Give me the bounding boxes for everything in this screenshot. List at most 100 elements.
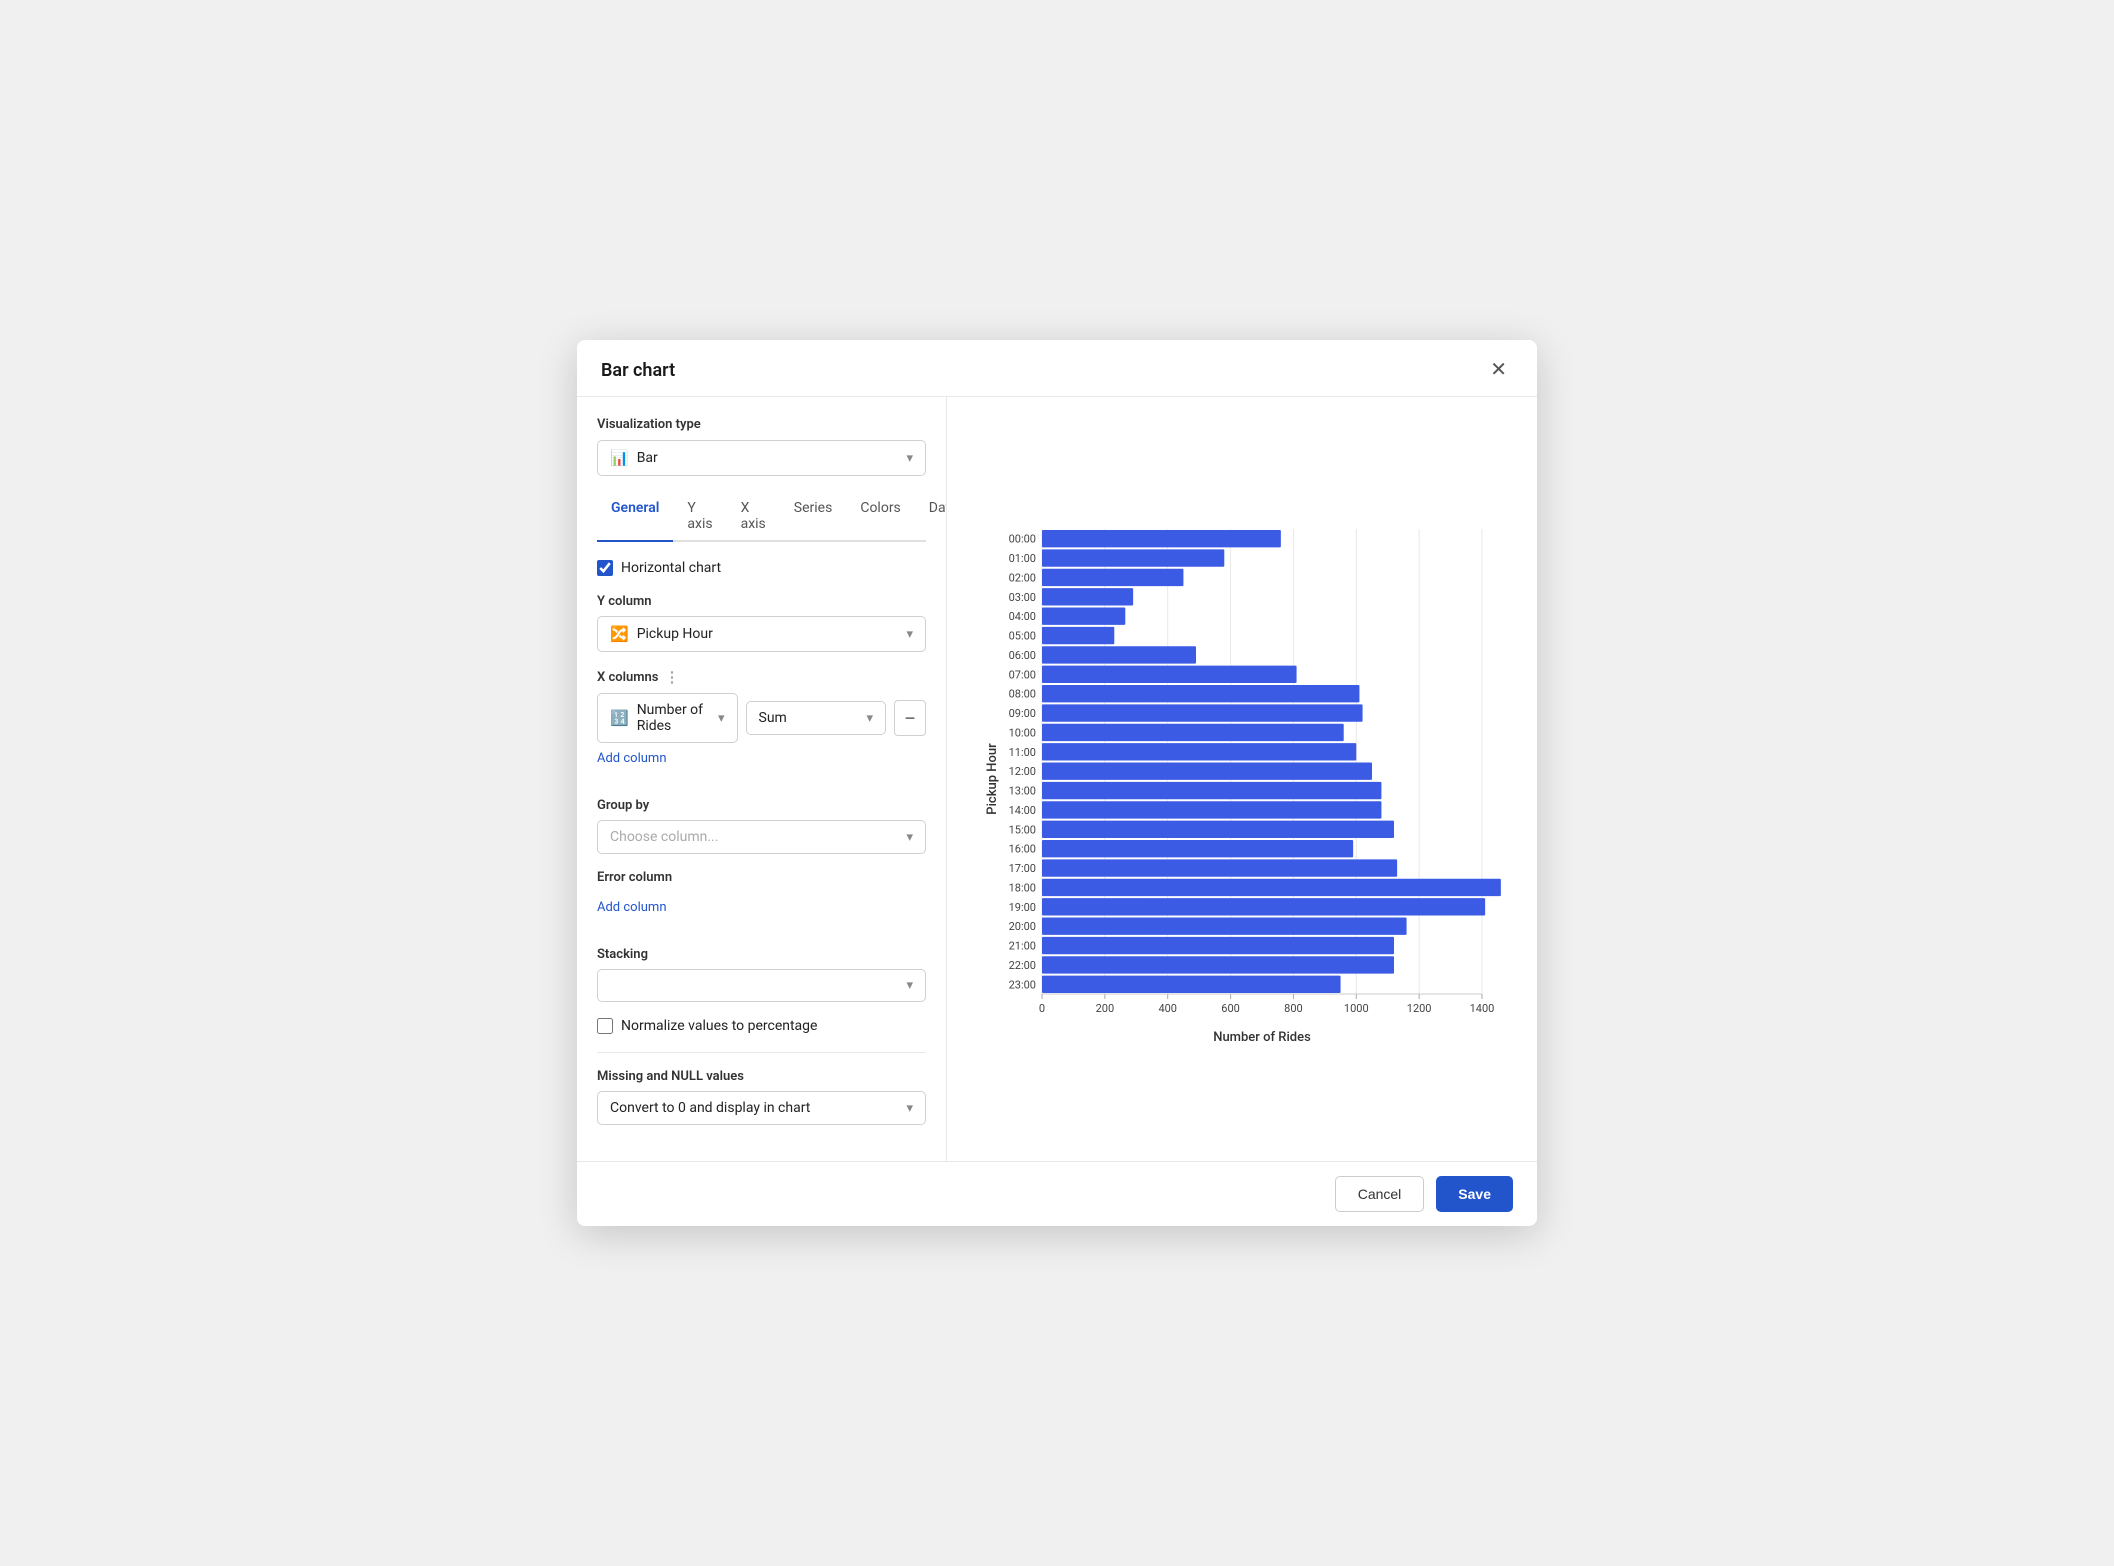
svg-text:Pickup Hour: Pickup Hour (985, 743, 1000, 815)
y-column-label: Y column (597, 594, 926, 609)
divider (597, 1052, 926, 1053)
svg-text:16:00: 16:00 (1009, 843, 1036, 856)
svg-text:1200: 1200 (1407, 1002, 1432, 1015)
x-col-value: Number of Rides (637, 702, 718, 734)
x-cols-row: 🔢 Number of Rides ▾ Sum ▾ − (597, 693, 926, 743)
viz-type-label: Visualization type (597, 417, 926, 432)
chart-panel: 00:00 01:00 02:00 03:00 04:00 05:00 06:00 07:00… (947, 397, 1537, 1161)
svg-text:05:00: 05:00 (1009, 630, 1036, 643)
svg-text:13:00: 13:00 (1009, 785, 1036, 798)
svg-text:17:00: 17:00 (1009, 862, 1036, 875)
close-button[interactable]: ✕ (1484, 358, 1513, 382)
svg-text:00:00: 00:00 (1009, 533, 1036, 546)
bar-chart-icon: 📊 (610, 449, 629, 467)
remove-column-button[interactable]: − (894, 700, 926, 736)
svg-text:400: 400 (1158, 1002, 1177, 1015)
x-col-select[interactable]: 🔢 Number of Rides ▾ (597, 693, 738, 743)
x-columns-group: X columns ⋮ 🔢 Number of Rides ▾ Sum ▾ − (597, 668, 926, 782)
add-error-column-link[interactable]: Add column (597, 900, 667, 915)
svg-text:03:00: 03:00 (1009, 591, 1036, 604)
svg-text:15:00: 15:00 (1009, 823, 1036, 836)
svg-text:23:00: 23:00 (1009, 978, 1036, 991)
error-column-label: Error column (597, 870, 926, 885)
normalize-checkbox[interactable] (597, 1018, 613, 1034)
normalize-row: Normalize values to percentage (597, 1018, 926, 1034)
missing-values-group: Missing and NULL values Convert to 0 and… (597, 1069, 926, 1125)
svg-text:12:00: 12:00 (1009, 765, 1036, 778)
column-icon: 🔀 (610, 625, 629, 643)
chevron-down-icon: ▾ (866, 711, 873, 726)
group-by-label: Group by (597, 798, 926, 813)
svg-text:01:00: 01:00 (1009, 552, 1036, 565)
svg-text:20:00: 20:00 (1009, 920, 1036, 933)
number-icon: 🔢 (610, 709, 629, 727)
svg-text:18:00: 18:00 (1009, 881, 1036, 894)
svg-text:11:00: 11:00 (1009, 746, 1036, 759)
missing-value: Convert to 0 and display in chart (610, 1100, 810, 1116)
group-by-select[interactable]: Choose column... ▾ (597, 820, 926, 854)
chevron-down-icon: ▾ (906, 627, 913, 642)
y-column-group: Y column 🔀 Pickup Hour ▾ (597, 594, 926, 652)
chevron-down-icon: ▾ (906, 451, 913, 466)
settings-tabs: General Y axis X axis Series Colors Dat … (597, 492, 926, 542)
modal-title: Bar chart (601, 360, 675, 381)
svg-text:14:00: 14:00 (1009, 804, 1036, 817)
bar-chart-modal: Bar chart ✕ Visualization type 📊 Bar ▾ G… (577, 340, 1537, 1226)
add-x-column-link[interactable]: Add column (597, 751, 667, 766)
svg-text:10:00: 10:00 (1009, 726, 1036, 739)
x-agg-value: Sum (759, 710, 787, 726)
tab-yaxis[interactable]: Y axis (673, 492, 726, 542)
y-column-value: Pickup Hour (637, 626, 713, 642)
error-column-group: Error column Add column (597, 870, 926, 931)
drag-icon: ⋮ (664, 668, 679, 686)
modal-header: Bar chart ✕ (577, 340, 1537, 397)
svg-text:600: 600 (1221, 1002, 1240, 1015)
chevron-down-icon: ▾ (906, 978, 913, 993)
svg-text:21:00: 21:00 (1009, 940, 1036, 953)
missing-values-label: Missing and NULL values (597, 1069, 926, 1084)
svg-text:0: 0 (1039, 1002, 1045, 1015)
x-columns-label: X columns ⋮ (597, 668, 926, 686)
tab-dat[interactable]: Dat (915, 492, 947, 542)
missing-values-select[interactable]: Convert to 0 and display in chart ▾ (597, 1091, 926, 1125)
svg-text:800: 800 (1284, 1002, 1303, 1015)
svg-text:22:00: 22:00 (1009, 959, 1036, 972)
bar-chart-svg: 00:00 01:00 02:00 03:00 04:00 05:00 06:00 07:00… (982, 509, 1502, 1049)
svg-text:200: 200 (1096, 1002, 1115, 1015)
stacking-select[interactable]: ▾ (597, 969, 926, 1002)
svg-text:07:00: 07:00 (1009, 668, 1036, 681)
svg-text:02:00: 02:00 (1009, 571, 1036, 584)
tab-series[interactable]: Series (780, 492, 847, 542)
save-button[interactable]: Save (1436, 1176, 1513, 1212)
normalize-label: Normalize values to percentage (621, 1018, 817, 1034)
left-panel: Visualization type 📊 Bar ▾ General Y axi… (577, 397, 947, 1161)
svg-text:Number of Rides: Number of Rides (1213, 1030, 1311, 1045)
x-agg-select[interactable]: Sum ▾ (746, 701, 887, 735)
tab-xaxis[interactable]: X axis (727, 492, 780, 542)
viz-type-value: Bar (637, 450, 658, 466)
svg-text:1000: 1000 (1344, 1002, 1369, 1015)
svg-text:04:00: 04:00 (1009, 610, 1036, 623)
svg-text:19:00: 19:00 (1009, 901, 1036, 914)
tab-general[interactable]: General (597, 492, 673, 542)
horizontal-chart-row: Horizontal chart (597, 560, 926, 576)
modal-body: Visualization type 📊 Bar ▾ General Y axi… (577, 397, 1537, 1161)
modal-footer: Cancel Save (577, 1161, 1537, 1226)
stacking-group: Stacking ▾ (597, 947, 926, 1002)
horizontal-chart-label: Horizontal chart (621, 560, 721, 576)
y-column-select[interactable]: 🔀 Pickup Hour ▾ (597, 616, 926, 652)
svg-text:08:00: 08:00 (1009, 688, 1036, 701)
cancel-button[interactable]: Cancel (1335, 1176, 1425, 1212)
stacking-label: Stacking (597, 947, 926, 962)
chevron-down-icon: ▾ (906, 1101, 913, 1116)
tab-colors[interactable]: Colors (846, 492, 914, 542)
horizontal-chart-checkbox[interactable] (597, 560, 613, 576)
viz-type-select[interactable]: 📊 Bar ▾ (597, 440, 926, 476)
group-by-group: Group by Choose column... ▾ (597, 798, 926, 854)
group-by-placeholder: Choose column... (610, 829, 718, 845)
svg-text:06:00: 06:00 (1009, 649, 1036, 662)
svg-text:09:00: 09:00 (1009, 707, 1036, 720)
chevron-down-icon: ▾ (718, 711, 725, 726)
viz-type-group: Visualization type 📊 Bar ▾ (597, 417, 926, 476)
svg-text:1400: 1400 (1470, 1002, 1495, 1015)
